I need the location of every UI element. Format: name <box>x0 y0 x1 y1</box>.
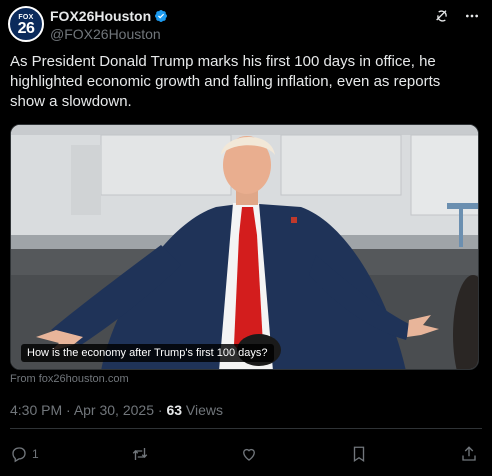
meta-separator-2: · <box>153 402 167 418</box>
timestamp-date[interactable]: Apr 30, 2025 <box>74 402 154 418</box>
media-image <box>11 125 478 369</box>
link-source[interactable]: From fox26houston.com <box>10 373 129 385</box>
media-caption: How is the economy after Trump's first 1… <box>21 344 274 362</box>
timestamp-time[interactable]: 4:30 PM <box>10 402 62 418</box>
avatar[interactable]: FOX 26 <box>8 6 44 42</box>
like-button[interactable] <box>240 445 258 463</box>
share-icon <box>462 446 476 461</box>
tweet-header: FOX 26 FOX26Houston @FOX26Houston <box>8 6 484 46</box>
views-label: Views <box>182 402 223 418</box>
media-card[interactable]: How is the economy after Trump's first 1… <box>10 124 479 370</box>
reply-icon <box>12 447 26 463</box>
reply-count: 1 <box>32 447 39 461</box>
views-count: 63 <box>166 402 183 418</box>
avatar-text-num: 26 <box>17 20 35 37</box>
account-names: FOX26Houston @FOX26Houston <box>50 6 168 42</box>
reply-button[interactable]: 1 <box>10 445 39 463</box>
action-bar: 1 <box>10 443 478 465</box>
display-name[interactable]: FOX26Houston <box>50 8 151 24</box>
handle[interactable]: @FOX26Houston <box>50 26 168 42</box>
bookmark-icon <box>353 446 365 463</box>
bookmark-button[interactable] <box>350 445 368 463</box>
divider <box>10 428 482 429</box>
meta-separator: · <box>62 402 74 418</box>
tweet-meta: 4:30 PM · Apr 30, 2025 · 63 Views <box>10 402 223 418</box>
like-icon <box>243 448 256 461</box>
share-button[interactable] <box>460 445 478 463</box>
repost-button[interactable] <box>131 445 149 463</box>
header-icons <box>434 8 480 24</box>
more-icon[interactable] <box>464 8 480 24</box>
verified-badge-icon[interactable] <box>154 9 168 23</box>
repost-icon <box>132 448 147 460</box>
tweet-text: As President Donald Trump marks his firs… <box>10 53 441 110</box>
grok-icon[interactable] <box>434 8 450 24</box>
